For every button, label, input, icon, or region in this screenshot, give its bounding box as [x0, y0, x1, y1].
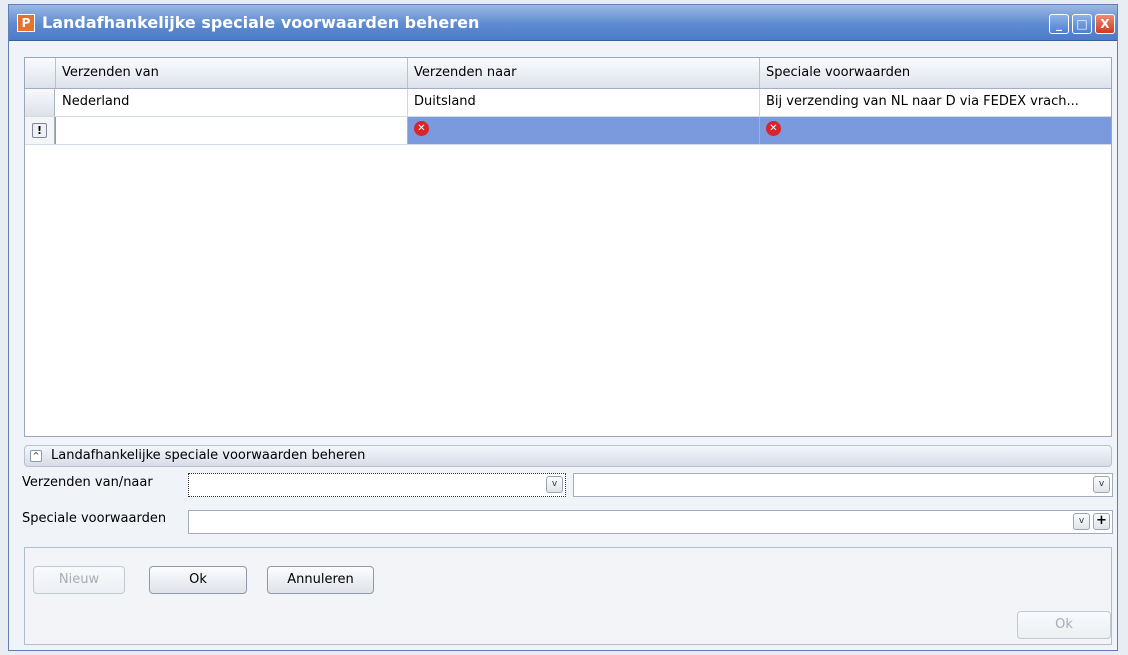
cell-ship-to-new[interactable]: ✕	[408, 117, 760, 144]
button-panel: Nieuw Ok Annuleren Ok	[24, 547, 1112, 645]
table-row[interactable]: Nederland Duitsland Bij verzending van N…	[25, 89, 1111, 117]
cell-ship-to[interactable]: Duitsland	[408, 89, 760, 116]
column-header-conditions[interactable]: Speciale voorwaarden	[760, 58, 1111, 88]
chevron-down-icon[interactable]: v	[546, 476, 563, 493]
maximize-button[interactable]: □	[1072, 14, 1092, 34]
row-selector[interactable]	[25, 89, 55, 116]
minimize-button[interactable]: _	[1049, 14, 1069, 34]
dialog-window: P Landafhankelijke speciale voorwaarden …	[8, 4, 1118, 651]
chevron-up-icon[interactable]: ^	[30, 450, 42, 462]
add-icon[interactable]: +	[1093, 513, 1110, 530]
ship-from-combo[interactable]: v	[188, 473, 566, 497]
row-selector-new[interactable]: !	[25, 117, 55, 144]
group-title: Landafhankelijke speciale voorwaarden be…	[51, 448, 366, 463]
window-title: Landafhankelijke speciale voorwaarden be…	[42, 13, 480, 32]
special-conditions-label: Speciale voorwaarden	[22, 511, 167, 526]
row-header-corner[interactable]	[25, 58, 56, 88]
title-bar[interactable]: P Landafhankelijke speciale voorwaarden …	[9, 5, 1117, 41]
column-header-ship-from[interactable]: Verzenden van	[56, 58, 408, 88]
error-icon: ✕	[766, 121, 781, 136]
new-button[interactable]: Nieuw	[33, 566, 125, 594]
exclamation-icon: !	[32, 123, 47, 138]
cancel-button[interactable]: Annuleren	[267, 566, 374, 594]
cell-conditions-new[interactable]: ✕	[760, 117, 1111, 144]
new-row[interactable]: ! ✕ ✕	[25, 117, 1111, 145]
error-icon: ✕	[414, 121, 429, 136]
ship-to-combo[interactable]: v	[573, 473, 1113, 497]
chevron-down-icon[interactable]: v	[1093, 476, 1110, 493]
conditions-grid[interactable]: Verzenden van Verzenden naar Speciale vo…	[24, 57, 1112, 437]
chevron-down-icon[interactable]: v	[1073, 513, 1090, 530]
group-header[interactable]: ^ Landafhankelijke speciale voorwaarden …	[24, 445, 1112, 467]
cell-ship-from-new[interactable]	[56, 117, 408, 144]
ship-from-to-label: Verzenden van/naar	[22, 475, 153, 490]
ok-button[interactable]: Ok	[149, 566, 247, 594]
cell-conditions[interactable]: Bij verzending van NL naar D via FEDEX v…	[760, 89, 1111, 116]
close-button[interactable]: X	[1095, 14, 1115, 34]
column-header-ship-to[interactable]: Verzenden naar	[408, 58, 760, 88]
grid-header: Verzenden van Verzenden naar Speciale vo…	[25, 58, 1111, 89]
cell-ship-from[interactable]: Nederland	[56, 89, 408, 116]
ok-bottom-button[interactable]: Ok	[1017, 611, 1111, 639]
app-icon: P	[17, 14, 35, 32]
special-conditions-combo[interactable]: v +	[188, 510, 1113, 534]
